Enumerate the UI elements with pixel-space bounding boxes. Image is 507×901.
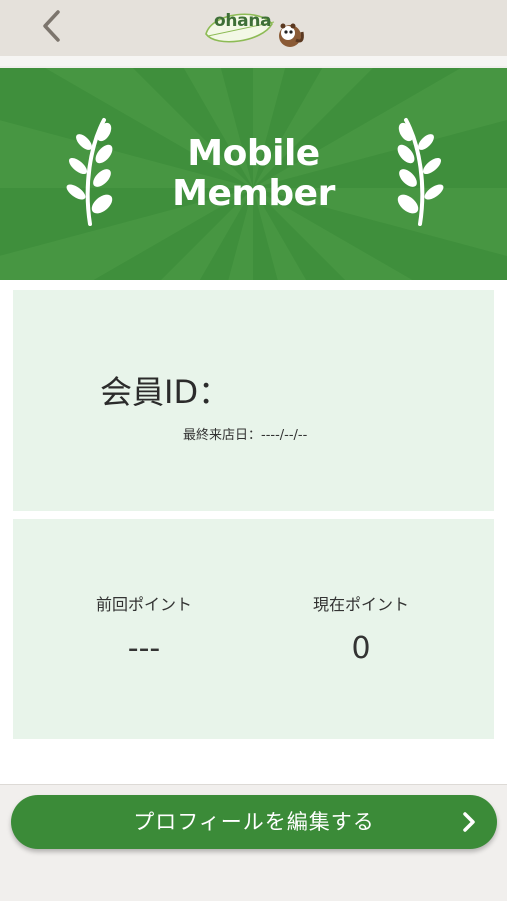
member-content: 会員ID： 最終来店日：----/--/-- 前回ポイント --- 現在ポイント… xyxy=(0,280,507,784)
member-id-label: 会員ID： xyxy=(100,373,231,411)
points-card: 前回ポイント --- 現在ポイント 0 xyxy=(13,519,494,739)
back-button[interactable] xyxy=(30,8,74,48)
laurel-branch-icon xyxy=(390,116,450,228)
current-points-label: 現在ポイント xyxy=(312,595,409,614)
chevron-right-icon xyxy=(457,810,481,834)
last-visit-date: 最終来店日：----/--/-- xyxy=(183,428,308,443)
header-divider xyxy=(0,56,507,66)
current-points-value: 0 xyxy=(351,631,371,666)
member-id-card: 会員ID： 最終来店日：----/--/-- xyxy=(13,290,494,511)
chevron-left-icon xyxy=(40,9,64,47)
raccoon-mascot-icon xyxy=(279,23,304,47)
previous-points-label: 前回ポイント xyxy=(95,595,192,614)
logo-wordmark: ohana xyxy=(214,11,272,31)
mobile-member-banner: Mobile Member xyxy=(0,68,507,280)
top-navigation-bar: ohana xyxy=(0,0,507,56)
ohana-logo: ohana xyxy=(200,6,310,52)
edit-profile-button[interactable]: プロフィールを編集する xyxy=(11,795,497,849)
edit-profile-label: プロフィールを編集する xyxy=(133,810,375,834)
previous-points-value: --- xyxy=(127,631,161,666)
